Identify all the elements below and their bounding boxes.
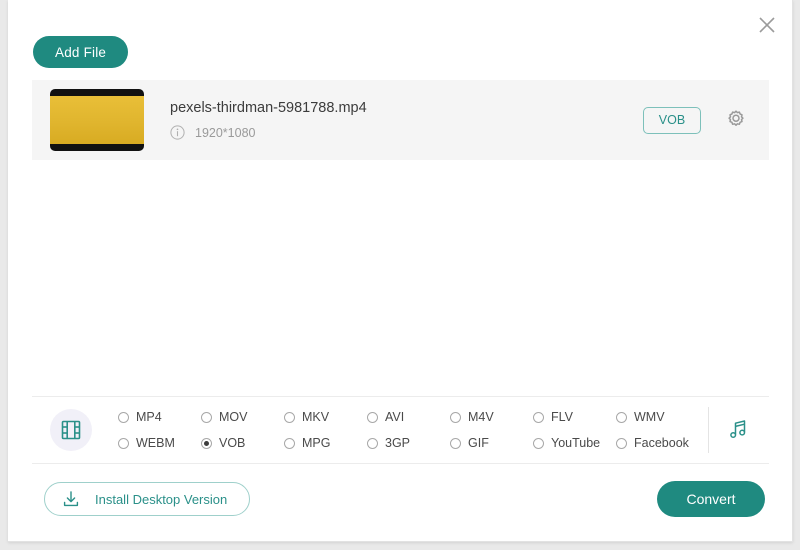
audio-tab-button[interactable] [709,417,769,443]
radio-icon [284,437,295,449]
radio-icon [533,437,544,449]
radio-icon [284,411,295,423]
info-icon [170,125,185,140]
format-option-webm[interactable]: WEBM [118,430,201,456]
format-option-avi[interactable]: AVI [367,404,450,430]
format-option-label: MOV [219,410,248,424]
format-selection-bar: MP4 MOV MKV AVI M4V FLV WEBM VOB MPG 3GP… [32,396,769,464]
format-option-facebook[interactable]: Facebook [616,430,704,456]
file-list: pexels-thirdman-5981788.mp4 1920*1080 VO… [32,80,769,380]
format-option-m4v[interactable]: M4V [450,404,533,430]
radio-icon [118,411,129,423]
format-option-mpg[interactable]: MPG [284,430,367,456]
video-thumbnail [50,89,144,151]
file-resolution: 1920*1080 [195,125,256,140]
radio-icon [118,437,129,449]
radio-icon [201,411,212,423]
format-option-label: GIF [468,436,489,450]
output-format-button[interactable]: VOB [643,106,701,134]
format-option-mp4[interactable]: MP4 [118,404,201,430]
close-button[interactable] [750,8,784,42]
format-option-vob[interactable]: VOB [201,430,284,456]
format-radio-grid-extra: WMV Facebook [616,404,704,456]
format-option-youtube[interactable]: YouTube [533,430,616,456]
format-option-flv[interactable]: FLV [533,404,616,430]
convert-button[interactable]: Convert [657,481,765,517]
install-desktop-version-button[interactable]: Install Desktop Version [44,482,251,516]
format-option-label: WMV [634,410,665,424]
format-option-wmv[interactable]: WMV [616,404,704,430]
format-option-label: WEBM [136,436,175,450]
install-button-label: Install Desktop Version [95,491,228,507]
file-list-item[interactable]: pexels-thirdman-5981788.mp4 1920*1080 VO… [32,80,769,160]
file-name: pexels-thirdman-5981788.mp4 [170,100,367,116]
format-option-label: Facebook [634,436,689,450]
radio-icon [367,437,378,449]
radio-icon [616,411,627,423]
radio-icon [616,437,627,449]
radio-icon [367,411,378,423]
radio-icon [533,411,544,423]
gear-icon [728,110,744,126]
settings-button[interactable] [723,107,749,133]
format-option-label: M4V [468,410,494,424]
download-icon [63,491,79,507]
format-option-label: 3GP [385,436,411,450]
file-meta: pexels-thirdman-5981788.mp4 1920*1080 [170,100,643,140]
format-option-label: FLV [551,410,573,424]
format-radio-grid: MP4 MOV MKV AVI M4V FLV WEBM VOB MPG 3GP… [118,404,616,456]
format-option-label: MKV [302,410,330,424]
footer-bar: Install Desktop Version Convert [8,464,793,542]
add-file-button[interactable]: Add File [33,36,129,68]
format-option-label: MPG [302,436,331,450]
format-option-label: MP4 [136,410,162,424]
film-strip-icon [61,420,81,440]
format-option-label: VOB [219,436,246,450]
video-tab-button[interactable] [50,409,92,451]
format-option-mkv[interactable]: MKV [284,404,367,430]
radio-icon [450,437,461,449]
format-option-mov[interactable]: MOV [201,404,284,430]
converter-window: Add File pexels-thirdman-5981788.mp4 192… [8,0,793,542]
radio-icon-selected [201,437,212,449]
close-icon [759,17,775,33]
format-option-gif[interactable]: GIF [450,430,533,456]
format-option-label: YouTube [551,436,601,450]
format-option-3gp[interactable]: 3GP [367,430,450,456]
radio-icon [450,411,461,423]
music-note-icon [730,420,746,439]
format-option-label: AVI [385,410,405,424]
